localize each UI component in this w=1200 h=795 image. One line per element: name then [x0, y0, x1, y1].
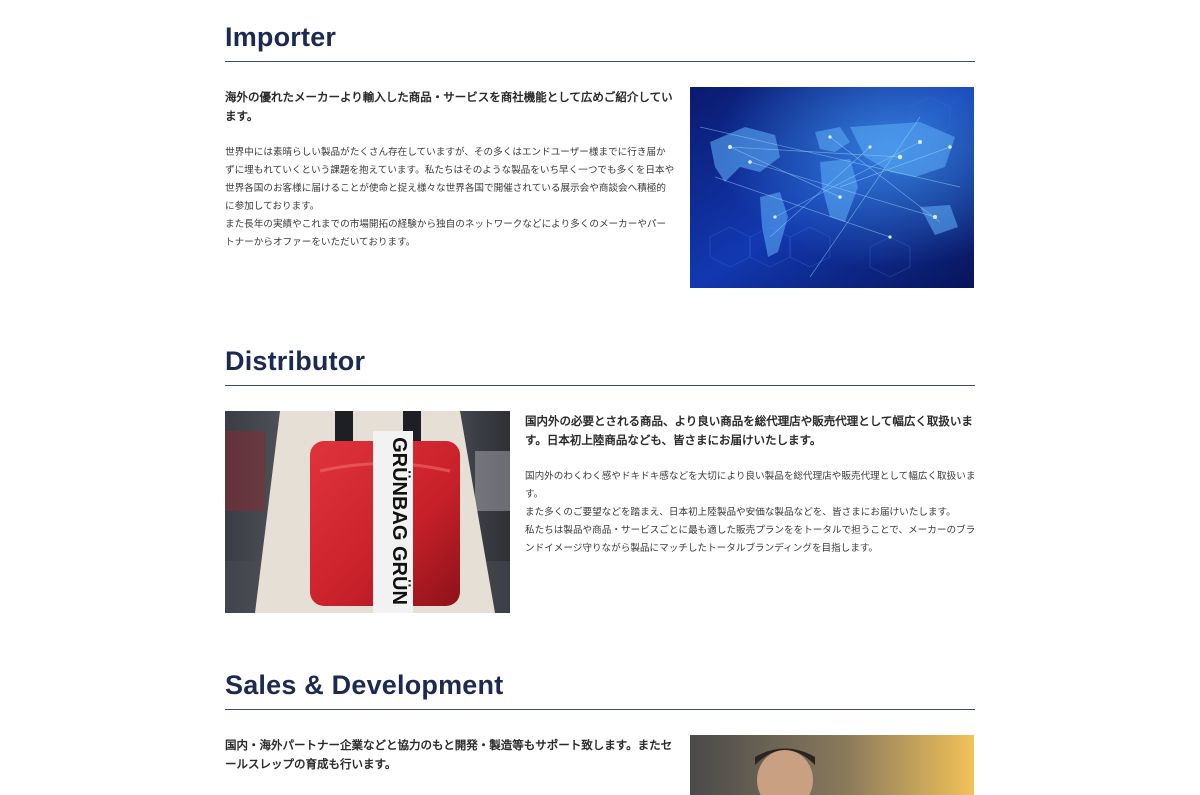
sales-section: Sales & Development 国内・海外パートナー企業などと協力のもと…	[225, 670, 975, 795]
backpack-image: GRÜNBAG GRÜN	[225, 411, 510, 613]
distributor-divider	[225, 385, 975, 386]
distributor-body-paragraph: 国内外のわくわく感やドキドキ感などを大切により良い製品を総代理店や販売代理として…	[525, 471, 976, 500]
sales-lead: 国内・海外パートナー企業などと協力のもと開発・製造等もサポート致します。またセー…	[225, 738, 673, 771]
sales-text: 国内・海外パートナー企業などと協力のもと開発・製造等もサポート致します。またセー…	[225, 736, 675, 774]
backpack-brand-text: GRÜNBAG GRÜN	[388, 437, 411, 605]
world-network-image	[690, 87, 974, 288]
distributor-lead: 国内外の必要とされる商品、より良い商品を総代理店や販売代理として幅広く取扱います…	[525, 414, 973, 447]
distributor-text: 国内外の必要とされる商品、より良い商品を総代理店や販売代理として幅広く取扱います…	[525, 412, 977, 558]
distributor-body-paragraph: また多くのご要望などを踏まえ、日本初上陸製品や安価な製品などを、皆さまにお届けい…	[525, 507, 956, 518]
distributor-body-paragraph: 私たちは製品や商品・サービスごとに最も適した販売プランををトータルで担うことで、…	[525, 525, 976, 554]
distributor-section: Distributor GRÜNBAG GRÜN 国内外の必要とされる商品、より…	[225, 346, 975, 613]
importer-lead: 海外の優れたメーカーより輸入した商品・サービスを商社機能として広めご紹介していま…	[225, 90, 673, 123]
importer-section: Importer 海外の優れたメーカーより輸入した商品・サービスを商社機能として…	[225, 22, 975, 288]
importer-divider	[225, 61, 975, 62]
sales-divider	[225, 709, 975, 710]
importer-body-paragraph: 世界中には素晴らしい製品がたくさん存在していますが、その多くはエンドユーザー様ま…	[225, 147, 675, 212]
sales-title: Sales & Development	[225, 670, 504, 700]
sales-photo-image	[690, 735, 974, 795]
distributor-body: 国内外のわくわく感やドキドキ感などを大切により良い製品を総代理店や販売代理として…	[525, 468, 977, 558]
importer-body: 世界中には素晴らしい製品がたくさん存在していますが、その多くはエンドユーザー様ま…	[225, 144, 675, 252]
page: Importer 海外の優れたメーカーより輸入した商品・サービスを商社機能として…	[0, 0, 1200, 795]
distributor-title: Distributor	[225, 346, 366, 376]
importer-body-paragraph: また長年の実績やこれまでの市場開拓の経験から独自のネットワークなどにより多くのメ…	[225, 219, 667, 248]
importer-title: Importer	[225, 22, 337, 52]
importer-text: 海外の優れたメーカーより輸入した商品・サービスを商社機能として広めご紹介していま…	[225, 88, 675, 252]
